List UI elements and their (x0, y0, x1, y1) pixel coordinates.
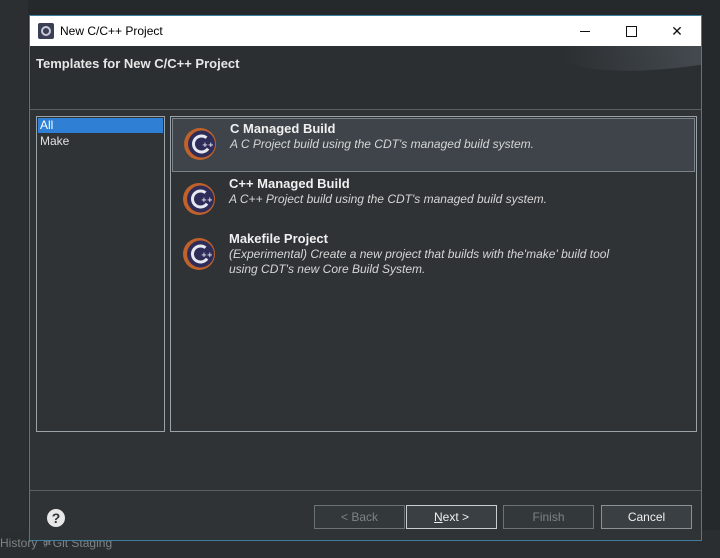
help-icon[interactable]: ? (47, 509, 65, 527)
minimize-button[interactable] (562, 16, 608, 46)
minimize-icon (580, 30, 590, 32)
template-item-makefile-project[interactable]: ++ Makefile Project (Experimental) Creat… (172, 229, 695, 291)
banner-decoration (557, 46, 701, 84)
new-project-dialog: New C/C++ Project ✕ Templates for New C/… (29, 15, 702, 541)
template-description: A C++ Project build using the CDT's mana… (229, 192, 547, 207)
next-label: ext > (442, 510, 470, 524)
background-panel (0, 0, 28, 558)
title-bar[interactable]: New C/C++ Project ✕ (30, 16, 701, 46)
template-name: C Managed Build (230, 121, 336, 136)
template-item-cpp-managed-build[interactable]: ++ C++ Managed Build A C++ Project build… (172, 174, 695, 228)
category-item-all[interactable]: All (38, 118, 163, 133)
wizard-banner: Templates for New C/C++ Project (30, 46, 701, 109)
svg-text:++: ++ (202, 141, 214, 149)
template-description-line: using CDT's new Core Build System. (229, 262, 426, 276)
footer-divider (30, 490, 701, 491)
back-button[interactable]: < Back (314, 505, 405, 529)
window-title: New C/C++ Project (60, 24, 163, 38)
next-mnemonic: N (433, 510, 443, 524)
finish-button[interactable]: Finish (503, 505, 594, 529)
template-list[interactable]: ++ C Managed Build A C Project build usi… (170, 116, 697, 432)
git-icon: git (43, 540, 51, 548)
category-item-make[interactable]: Make (38, 134, 163, 149)
close-icon: ✕ (671, 22, 683, 39)
svg-text:++: ++ (201, 196, 213, 204)
svg-text:++: ++ (201, 251, 213, 259)
next-button[interactable]: Next > (406, 505, 497, 529)
close-button[interactable]: ✕ (654, 16, 700, 46)
cdt-makefile-project-icon: ++ (183, 238, 215, 270)
maximize-button[interactable] (608, 16, 654, 46)
maximize-icon (625, 25, 637, 37)
template-item-c-managed-build[interactable]: ++ C Managed Build A C Project build usi… (172, 118, 695, 172)
banner-divider (30, 109, 701, 110)
template-description-line: (Experimental) Create a new project that… (229, 247, 610, 261)
template-description-line: A C Project build using the CDT's manage… (230, 137, 534, 151)
cdt-cpp-project-icon: ++ (183, 183, 215, 215)
wizard-page-title: Templates for New C/C++ Project (36, 56, 240, 71)
cancel-button[interactable]: Cancel (601, 505, 692, 529)
template-description: (Experimental) Create a new project that… (229, 247, 609, 277)
template-name: C++ Managed Build (229, 176, 350, 191)
template-description-line: A C++ Project build using the CDT's mana… (229, 192, 547, 206)
template-name: Makefile Project (229, 231, 328, 246)
category-list[interactable]: All Make (36, 116, 165, 432)
eclipse-app-icon (38, 23, 54, 39)
template-description: A C Project build using the CDT's manage… (230, 137, 534, 152)
cdt-c-project-icon: ++ (184, 128, 216, 160)
